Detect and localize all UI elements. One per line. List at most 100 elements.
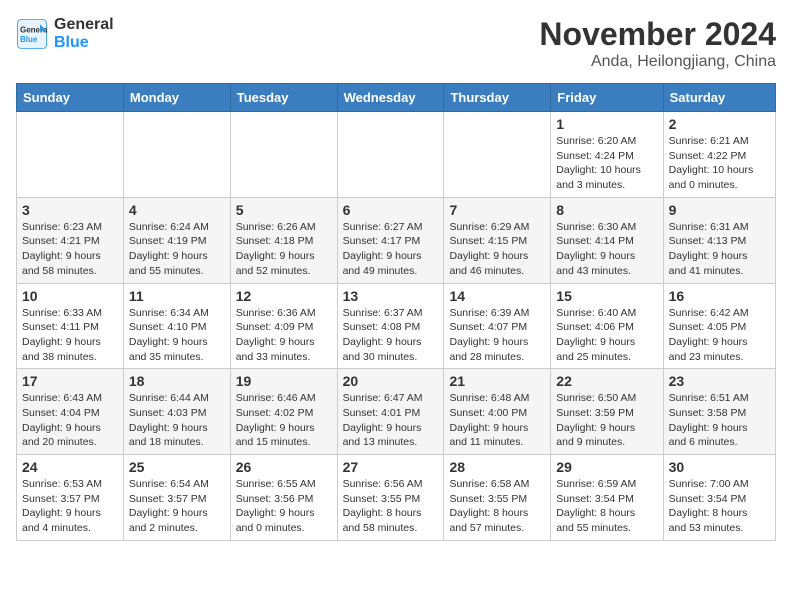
calendar-cell: 3Sunrise: 6:23 AM Sunset: 4:21 PM Daylig… xyxy=(17,197,124,283)
calendar-cell xyxy=(123,112,230,198)
week-row-2: 10 Sunrise: 6:33 AM Sunset: 4:11 PM Dayli… xyxy=(17,283,776,369)
day-number: 7 xyxy=(449,202,545,218)
day-info: Sunrise: 6:58 AM Sunset: 3:55 PM Dayligh… xyxy=(449,477,545,536)
calendar-cell: 12Sunrise: 6:36 AM Sunset: 4:09 PM Dayli… xyxy=(230,283,337,369)
calendar-cell: 24Sunrise: 6:53 AM Sunset: 3:57 PM Dayli… xyxy=(17,455,124,541)
location: Anda, Heilongjiang, China xyxy=(539,53,776,71)
day-number: 22 xyxy=(556,373,657,389)
calendar-cell: 30Sunrise: 7:00 AM Sunset: 3:54 PM Dayli… xyxy=(663,455,775,541)
calendar-cell: 28 Sunrise: 6:58 AM Sunset: 3:55 PM Dayli… xyxy=(444,455,551,541)
day-info: Sunrise: 6:37 AM Sunset: 4:08 PM Dayligh… xyxy=(343,306,439,365)
calendar-cell: 14 Sunrise: 6:39 AM Sunset: 4:07 PM Dayli… xyxy=(444,283,551,369)
day-number: 11 xyxy=(129,288,225,304)
calendar-cell: 20Sunrise: 6:47 AM Sunset: 4:01 PM Dayli… xyxy=(337,369,444,455)
day-number: 6 xyxy=(343,202,439,218)
day-info: Sunrise: 6:36 AM Sunset: 4:09 PM Dayligh… xyxy=(236,306,332,365)
day-info: Sunrise: 6:43 AM Sunset: 4:04 PM Dayligh… xyxy=(22,391,118,450)
calendar-cell: 8Sunrise: 6:30 AM Sunset: 4:14 PM Daylig… xyxy=(551,197,663,283)
weekday-header-thursday: Thursday xyxy=(444,84,551,112)
day-number: 13 xyxy=(343,288,439,304)
calendar-cell: 13 Sunrise: 6:37 AM Sunset: 4:08 PM Dayli… xyxy=(337,283,444,369)
day-number: 19 xyxy=(236,373,332,389)
day-info: Sunrise: 6:50 AM Sunset: 3:59 PM Dayligh… xyxy=(556,391,657,450)
calendar-cell: 11 Sunrise: 6:34 AM Sunset: 4:10 PM Dayli… xyxy=(123,283,230,369)
calendar-table: SundayMondayTuesdayWednesdayThursdayFrid… xyxy=(16,83,776,541)
calendar-cell: 19Sunrise: 6:46 AM Sunset: 4:02 PM Dayli… xyxy=(230,369,337,455)
svg-text:Blue: Blue xyxy=(20,35,38,44)
calendar-cell xyxy=(17,112,124,198)
day-info: Sunrise: 6:27 AM Sunset: 4:17 PM Dayligh… xyxy=(343,220,439,279)
logo: General Blue General Blue xyxy=(16,16,114,51)
calendar-cell: 15 Sunrise: 6:40 AM Sunset: 4:06 PM Dayli… xyxy=(551,283,663,369)
logo-icon: General Blue xyxy=(16,18,48,50)
calendar-cell: 7 Sunrise: 6:29 AM Sunset: 4:15 PM Daylig… xyxy=(444,197,551,283)
day-info: Sunrise: 6:54 AM Sunset: 3:57 PM Dayligh… xyxy=(129,477,225,536)
week-row-0: 1 Sunrise: 6:20 AM Sunset: 4:24 PM Daylig… xyxy=(17,112,776,198)
day-number: 27 xyxy=(343,459,439,475)
weekday-header-friday: Friday xyxy=(551,84,663,112)
day-info: Sunrise: 6:59 AM Sunset: 3:54 PM Dayligh… xyxy=(556,477,657,536)
day-number: 29 xyxy=(556,459,657,475)
weekday-header-sunday: Sunday xyxy=(17,84,124,112)
day-number: 1 xyxy=(556,116,657,132)
week-row-4: 24Sunrise: 6:53 AM Sunset: 3:57 PM Dayli… xyxy=(17,455,776,541)
day-info: Sunrise: 6:34 AM Sunset: 4:10 PM Dayligh… xyxy=(129,306,225,365)
day-info: Sunrise: 6:29 AM Sunset: 4:15 PM Dayligh… xyxy=(449,220,545,279)
day-number: 8 xyxy=(556,202,657,218)
calendar-cell: 4 Sunrise: 6:24 AM Sunset: 4:19 PM Daylig… xyxy=(123,197,230,283)
weekday-header-tuesday: Tuesday xyxy=(230,84,337,112)
calendar-cell xyxy=(337,112,444,198)
day-number: 3 xyxy=(22,202,118,218)
calendar-cell: 25Sunrise: 6:54 AM Sunset: 3:57 PM Dayli… xyxy=(123,455,230,541)
day-info: Sunrise: 6:39 AM Sunset: 4:07 PM Dayligh… xyxy=(449,306,545,365)
day-info: Sunrise: 7:00 AM Sunset: 3:54 PM Dayligh… xyxy=(669,477,770,536)
calendar-cell: 9Sunrise: 6:31 AM Sunset: 4:13 PM Daylig… xyxy=(663,197,775,283)
day-info: Sunrise: 6:21 AM Sunset: 4:22 PM Dayligh… xyxy=(669,134,770,193)
week-row-3: 17 Sunrise: 6:43 AM Sunset: 4:04 PM Dayli… xyxy=(17,369,776,455)
day-number: 20 xyxy=(343,373,439,389)
calendar-cell: 1 Sunrise: 6:20 AM Sunset: 4:24 PM Daylig… xyxy=(551,112,663,198)
day-number: 4 xyxy=(129,202,225,218)
day-number: 17 xyxy=(22,373,118,389)
day-info: Sunrise: 6:56 AM Sunset: 3:55 PM Dayligh… xyxy=(343,477,439,536)
weekday-header-saturday: Saturday xyxy=(663,84,775,112)
weekday-header-row: SundayMondayTuesdayWednesdayThursdayFrid… xyxy=(17,84,776,112)
day-number: 16 xyxy=(669,288,770,304)
day-number: 23 xyxy=(669,373,770,389)
day-number: 18 xyxy=(129,373,225,389)
day-number: 10 xyxy=(22,288,118,304)
day-info: Sunrise: 6:55 AM Sunset: 3:56 PM Dayligh… xyxy=(236,477,332,536)
week-row-1: 3Sunrise: 6:23 AM Sunset: 4:21 PM Daylig… xyxy=(17,197,776,283)
day-info: Sunrise: 6:33 AM Sunset: 4:11 PM Dayligh… xyxy=(22,306,118,365)
day-number: 15 xyxy=(556,288,657,304)
weekday-header-wednesday: Wednesday xyxy=(337,84,444,112)
day-info: Sunrise: 6:48 AM Sunset: 4:00 PM Dayligh… xyxy=(449,391,545,450)
day-number: 26 xyxy=(236,459,332,475)
weekday-header-monday: Monday xyxy=(123,84,230,112)
calendar-cell: 6 Sunrise: 6:27 AM Sunset: 4:17 PM Daylig… xyxy=(337,197,444,283)
calendar-cell: 18 Sunrise: 6:44 AM Sunset: 4:03 PM Dayli… xyxy=(123,369,230,455)
day-info: Sunrise: 6:44 AM Sunset: 4:03 PM Dayligh… xyxy=(129,391,225,450)
day-info: Sunrise: 6:51 AM Sunset: 3:58 PM Dayligh… xyxy=(669,391,770,450)
calendar-cell: 26 Sunrise: 6:55 AM Sunset: 3:56 PM Dayli… xyxy=(230,455,337,541)
day-number: 9 xyxy=(669,202,770,218)
day-info: Sunrise: 6:20 AM Sunset: 4:24 PM Dayligh… xyxy=(556,134,657,193)
day-info: Sunrise: 6:24 AM Sunset: 4:19 PM Dayligh… xyxy=(129,220,225,279)
calendar-cell: 5Sunrise: 6:26 AM Sunset: 4:18 PM Daylig… xyxy=(230,197,337,283)
calendar-cell: 2 Sunrise: 6:21 AM Sunset: 4:22 PM Daylig… xyxy=(663,112,775,198)
day-info: Sunrise: 6:26 AM Sunset: 4:18 PM Dayligh… xyxy=(236,220,332,279)
day-number: 2 xyxy=(669,116,770,132)
month-year: November 2024 xyxy=(539,16,776,53)
day-number: 28 xyxy=(449,459,545,475)
calendar-cell xyxy=(230,112,337,198)
day-info: Sunrise: 6:40 AM Sunset: 4:06 PM Dayligh… xyxy=(556,306,657,365)
calendar-cell: 22 Sunrise: 6:50 AM Sunset: 3:59 PM Dayli… xyxy=(551,369,663,455)
day-number: 14 xyxy=(449,288,545,304)
day-number: 24 xyxy=(22,459,118,475)
title-area: November 2024 Anda, Heilongjiang, China xyxy=(539,16,776,71)
calendar-cell: 10 Sunrise: 6:33 AM Sunset: 4:11 PM Dayli… xyxy=(17,283,124,369)
calendar-cell: 29 Sunrise: 6:59 AM Sunset: 3:54 PM Dayli… xyxy=(551,455,663,541)
calendar-cell: 27 Sunrise: 6:56 AM Sunset: 3:55 PM Dayli… xyxy=(337,455,444,541)
logo-text-general: General xyxy=(54,16,114,34)
calendar-cell: 21Sunrise: 6:48 AM Sunset: 4:00 PM Dayli… xyxy=(444,369,551,455)
